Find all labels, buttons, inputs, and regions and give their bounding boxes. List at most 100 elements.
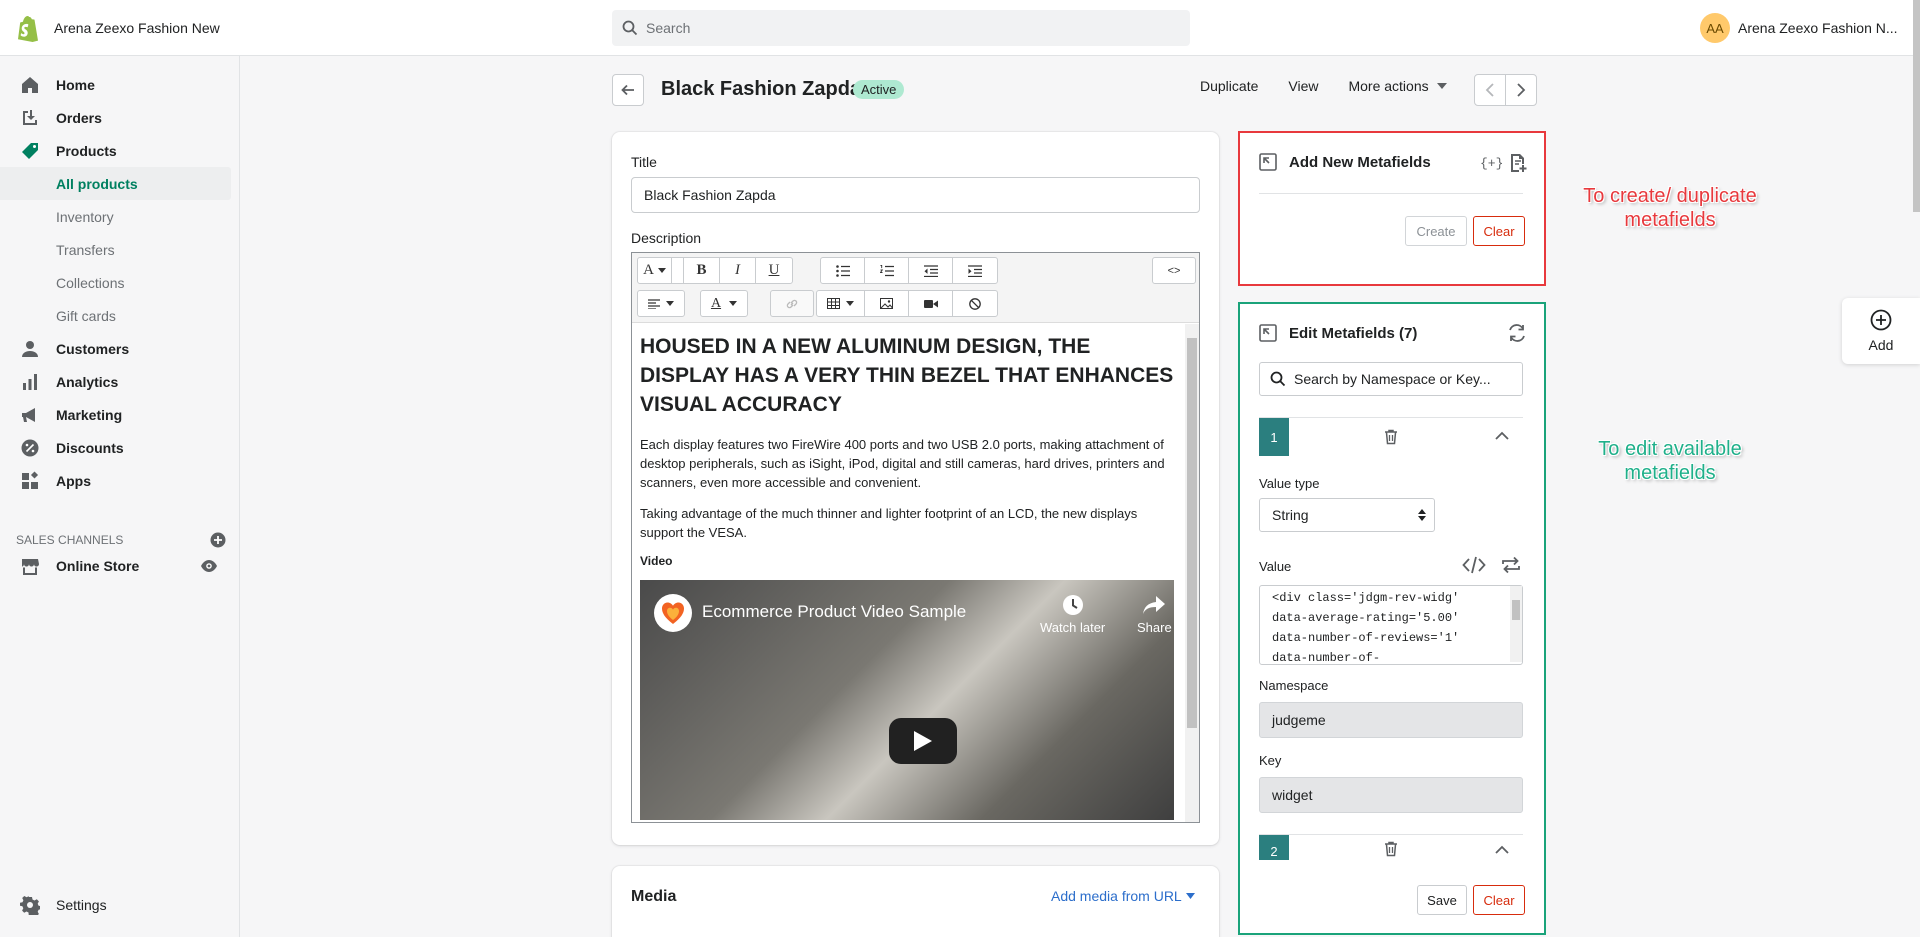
sidebar-item-customers[interactable]: Customers [0, 332, 240, 365]
sidebar-item-marketing[interactable]: Marketing [0, 398, 240, 431]
metafield-item-header[interactable]: 1 [1259, 417, 1523, 456]
sidebar-item-discounts[interactable]: Discounts [0, 431, 240, 464]
underline-icon[interactable]: U [756, 258, 792, 283]
value-type-select[interactable]: String [1259, 498, 1435, 532]
sidebar-item-settings[interactable]: Settings [0, 888, 230, 921]
title-input[interactable]: Black Fashion Zapda [631, 177, 1200, 213]
share-label: Share [1137, 620, 1172, 635]
collapse-icon[interactable] [1259, 324, 1277, 342]
chevron-left-icon [1485, 83, 1495, 97]
link-group [770, 290, 814, 317]
share-arrow-icon [1137, 594, 1172, 616]
key-label: Key [1259, 753, 1282, 768]
add-document-icon[interactable] [1508, 153, 1528, 173]
save-button[interactable]: Save [1417, 885, 1467, 915]
link-icon[interactable] [771, 291, 813, 316]
page-scrollbar[interactable] [1913, 0, 1920, 212]
editor-scrollbar[interactable] [1185, 324, 1199, 822]
next-product-button[interactable] [1505, 74, 1537, 106]
video-icon[interactable] [909, 291, 953, 316]
watch-later-button[interactable]: Watch later [1040, 594, 1105, 635]
sidebar-nav: Home Orders Products All products Invent… [0, 68, 240, 497]
font-size-button[interactable]: A [638, 258, 672, 283]
namespace-field[interactable]: judgeme [1259, 702, 1523, 738]
trash-icon[interactable] [1383, 429, 1399, 445]
sidebar-item-all-products[interactable]: All products [0, 167, 231, 200]
add-metafields-header: Add New Metafields [1259, 153, 1431, 171]
sidebar-item-collections[interactable]: Collections [0, 266, 240, 299]
sidebar-item-online-store[interactable]: Online Store [0, 549, 230, 582]
sidebar-item-apps[interactable]: Apps [0, 464, 240, 497]
editor-scrollbar-thumb[interactable] [1187, 338, 1197, 728]
apps-icon [20, 470, 40, 491]
add-media-from-url-button[interactable]: Add media from URL [1051, 888, 1195, 904]
embedded-video[interactable]: Ecommerce Product Video Sample Watch lat… [640, 580, 1174, 820]
sidebar-item-label: Marketing [56, 406, 123, 423]
outdent-icon[interactable] [909, 258, 953, 283]
caret-down-icon [657, 268, 666, 273]
sidebar-item-label: Online Store [56, 557, 140, 574]
metafield-item-header[interactable]: 2 [1259, 834, 1523, 860]
code-icon[interactable] [1462, 556, 1486, 574]
chevron-up-icon[interactable] [1495, 431, 1509, 441]
align-left-icon[interactable] [638, 291, 684, 316]
previous-product-button[interactable] [1474, 74, 1506, 106]
search-placeholder: Search by Namespace or Key... [1294, 371, 1491, 387]
code-view-button[interactable]: <> [1153, 258, 1195, 283]
user-menu[interactable]: AA Arena Zeexo Fashion N... [1700, 13, 1898, 43]
back-button[interactable] [612, 74, 644, 106]
clear-button[interactable]: Clear [1473, 216, 1525, 246]
font-group: A B I U [637, 257, 793, 284]
swap-icon[interactable] [1500, 555, 1522, 575]
user-name: Arena Zeexo Fashion N... [1738, 20, 1898, 36]
sidebar-item-inventory[interactable]: Inventory [0, 200, 240, 233]
value-type-value: String [1272, 507, 1309, 523]
view-button[interactable]: View [1288, 78, 1318, 94]
global-search[interactable]: Search [612, 10, 1190, 46]
collapse-icon[interactable] [1259, 153, 1277, 171]
duplicate-button[interactable]: Duplicate [1200, 78, 1258, 94]
value-textarea[interactable]: <div class='jdgm-rev-widg' data-average-… [1259, 585, 1523, 665]
floating-add-button[interactable]: Add [1842, 298, 1920, 364]
brand[interactable]: Arena Zeexo Fashion New [14, 14, 220, 42]
sidebar-item-transfers[interactable]: Transfers [0, 233, 240, 266]
caret-down-icon [666, 301, 674, 306]
indent-icon[interactable] [953, 258, 997, 283]
annotation-line: To create/ duplicate [1583, 185, 1757, 207]
numbered-list-icon[interactable] [865, 258, 909, 283]
bar-chart-icon [20, 372, 40, 392]
key-field[interactable]: widget [1259, 777, 1523, 813]
list-group [820, 257, 998, 284]
play-button[interactable] [889, 718, 957, 764]
trash-icon[interactable] [1383, 841, 1399, 857]
add-media-label: Add media from URL [1051, 888, 1182, 904]
refresh-icon[interactable] [1506, 322, 1528, 344]
more-actions-button[interactable]: More actions [1348, 78, 1447, 94]
table-icon[interactable] [817, 291, 865, 316]
sidebar-item-gift-cards[interactable]: Gift cards [0, 299, 240, 332]
eye-icon[interactable] [200, 557, 218, 575]
metafield-search-input[interactable]: Search by Namespace or Key... [1259, 362, 1523, 396]
bold-icon[interactable]: B [684, 258, 720, 283]
chevron-up-icon[interactable] [1495, 845, 1509, 855]
clear-format-icon[interactable] [953, 291, 997, 316]
sidebar-item-analytics[interactable]: Analytics [0, 365, 240, 398]
video-title: Ecommerce Product Video Sample [702, 602, 967, 621]
text-color-group: A [700, 290, 748, 317]
share-button[interactable]: Share [1137, 594, 1172, 635]
italic-icon[interactable]: I [720, 258, 756, 283]
sidebar-item-home[interactable]: Home [0, 68, 240, 101]
status-badge: Active [853, 80, 905, 99]
image-icon[interactable] [865, 291, 909, 316]
sidebar-item-label: Orders [56, 109, 102, 126]
bullet-list-icon[interactable] [821, 258, 865, 283]
create-button[interactable]: Create [1405, 216, 1467, 246]
sidebar-item-products[interactable]: Products [0, 134, 240, 167]
clear-button[interactable]: Clear [1473, 885, 1525, 915]
editor-content[interactable]: HOUSED IN A NEW ALUMINUM DESIGN, THE DIS… [632, 324, 1185, 822]
add-circle-icon[interactable] [210, 532, 226, 548]
sidebar-item-orders[interactable]: Orders [0, 101, 240, 134]
caret-down-icon [846, 301, 854, 306]
text-color-button[interactable]: A [701, 291, 747, 316]
json-import-icon[interactable]: {+} [1480, 153, 1502, 171]
